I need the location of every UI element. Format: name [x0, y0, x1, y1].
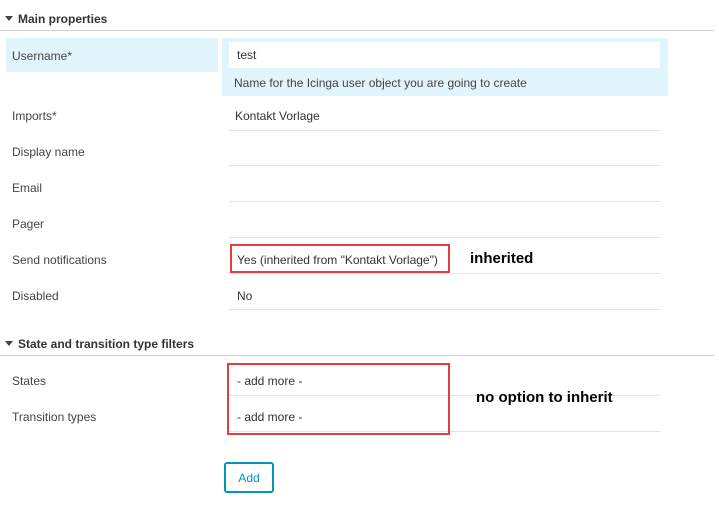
annotation-box-no-inherit	[227, 363, 450, 435]
section-title-main: Main properties	[18, 12, 108, 26]
pager-label: Pager	[12, 217, 45, 231]
annotation-no-inherit: no option to inherit	[476, 389, 613, 406]
disabled-underline	[229, 309, 660, 310]
disabled-select[interactable]: No	[237, 289, 252, 303]
transition-types-label: Transition types	[12, 410, 97, 424]
display-name-label: Display name	[12, 145, 85, 159]
caret-down-icon[interactable]	[5, 341, 13, 346]
imports-underline	[229, 130, 660, 131]
pager-underline	[229, 237, 660, 238]
username-hint: Name for the Icinga user object you are …	[234, 76, 527, 90]
imports-value[interactable]: Kontakt Vorlage	[235, 109, 320, 123]
section-filters[interactable]: State and transition type filters	[0, 333, 714, 356]
disabled-label: Disabled	[12, 289, 59, 303]
add-button[interactable]: Add	[224, 462, 274, 493]
annotation-inherited: inherited	[470, 250, 534, 267]
imports-label: Imports*	[12, 109, 57, 123]
annotation-box-inherited	[230, 244, 450, 273]
section-main-properties[interactable]: Main properties	[0, 8, 714, 31]
username-label: Username*	[12, 49, 73, 63]
username-input[interactable]	[229, 42, 660, 68]
email-label: Email	[12, 181, 43, 195]
display-name-underline	[229, 165, 660, 166]
caret-down-icon[interactable]	[5, 16, 13, 21]
send-notifications-label: Send notifications	[12, 253, 107, 267]
send-notifications-underline	[229, 273, 660, 274]
email-underline	[229, 201, 660, 202]
section-title-filters: State and transition type filters	[18, 337, 195, 351]
states-label: States	[12, 374, 47, 388]
